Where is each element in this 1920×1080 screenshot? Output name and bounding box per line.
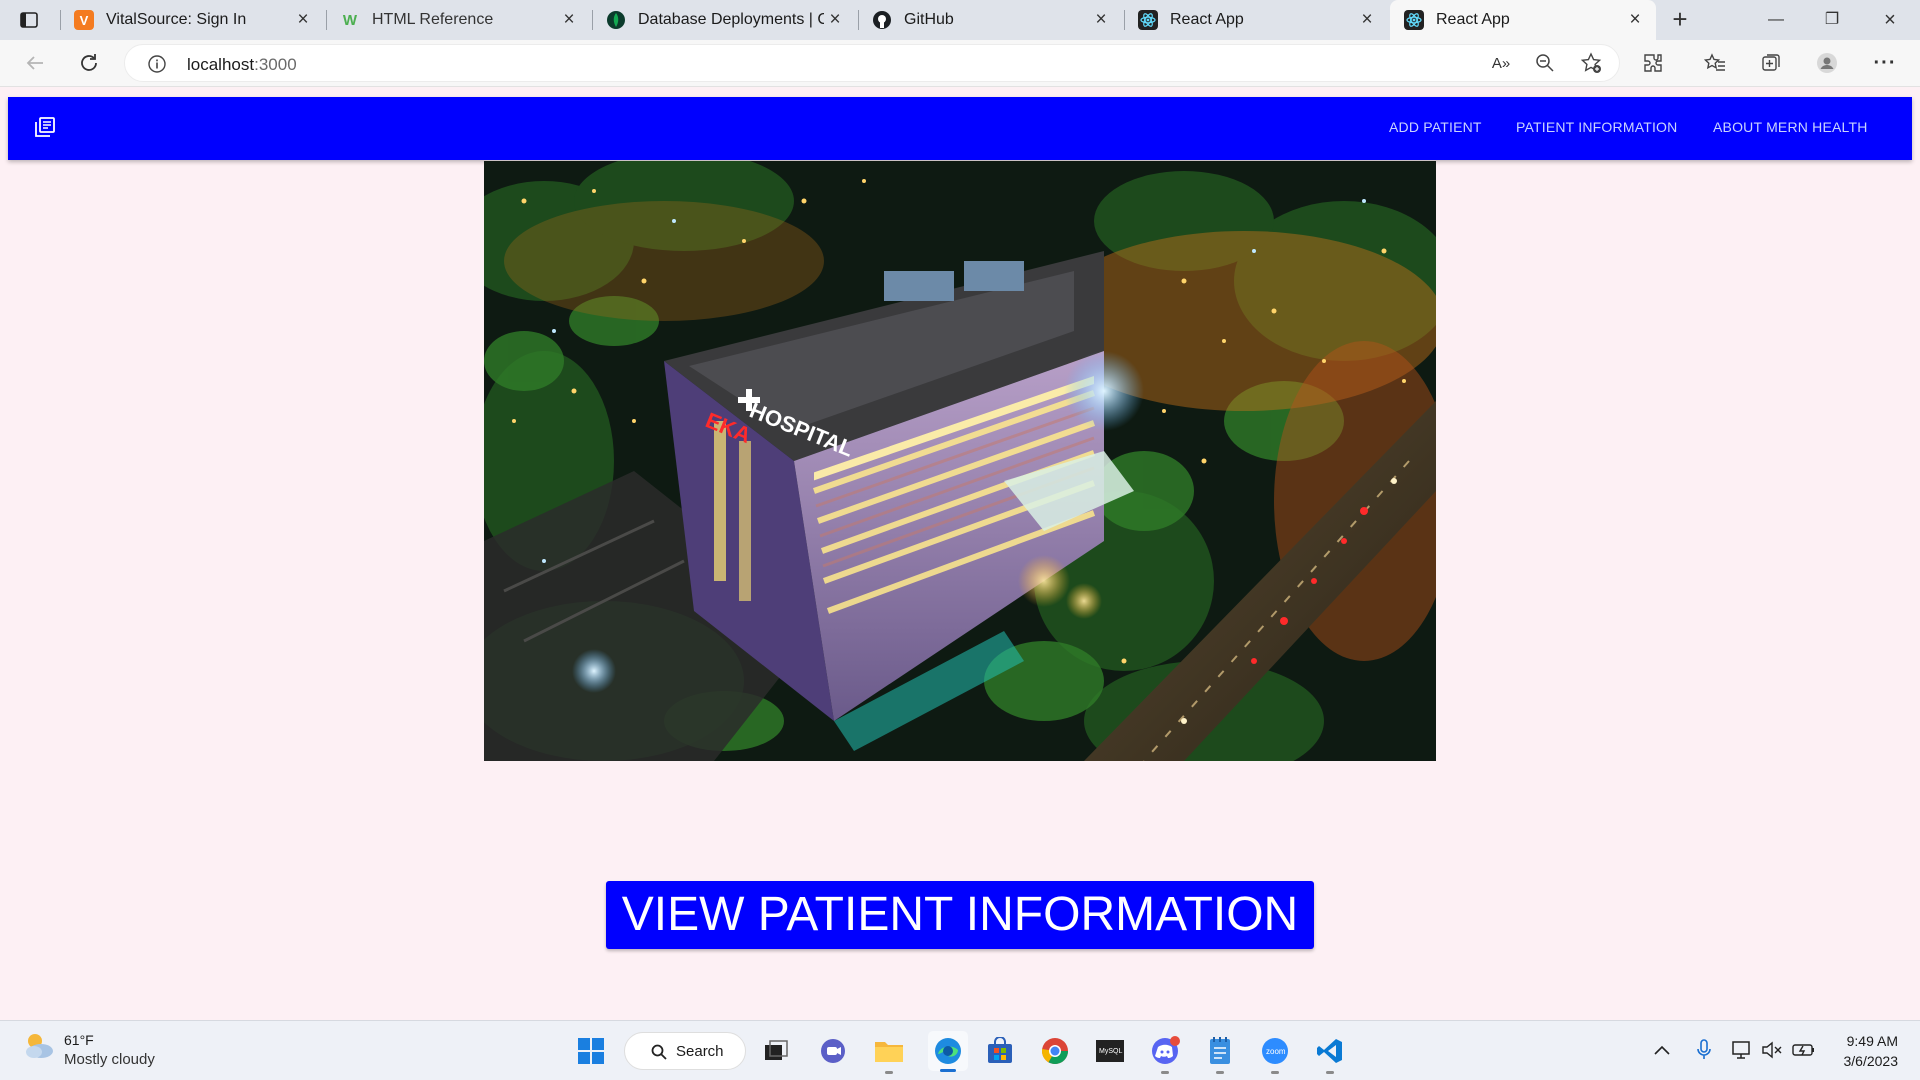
weather-temperature: 61°F — [64, 1032, 94, 1048]
refresh-icon[interactable] — [76, 50, 102, 76]
library-books-icon[interactable] — [34, 116, 56, 138]
nav-about-mern-health[interactable]: ABOUT MERN HEALTH — [1713, 119, 1868, 135]
system-clock[interactable]: 9:49 AM 3/6/2023 — [1844, 1031, 1899, 1071]
hospital-hero-image: EKA HOSPITAL — [484, 161, 1436, 761]
new-tab-button[interactable]: + — [1666, 6, 1694, 34]
volume-muted-icon[interactable] — [1760, 1038, 1784, 1062]
tab-github[interactable]: GitHub × — [858, 0, 1122, 40]
more-options-icon[interactable]: ··· — [1872, 50, 1898, 76]
w3-icon: W — [342, 11, 358, 29]
react-icon — [1138, 10, 1158, 30]
collections-icon[interactable] — [1758, 50, 1784, 76]
search-label: Search — [676, 1043, 724, 1060]
zoom-out-icon[interactable] — [1532, 50, 1558, 76]
tab-title: Database Deployments | Clo — [638, 11, 824, 28]
show-hidden-icons-icon[interactable] — [1650, 1038, 1674, 1062]
tab-html-reference[interactable]: W HTML Reference × — [326, 0, 590, 40]
weather-widget[interactable]: 61°F Mostly cloudy — [22, 1031, 155, 1068]
tab-title: HTML Reference — [372, 11, 494, 28]
clock-date: 3/6/2023 — [1843, 1053, 1899, 1069]
file-explorer-icon[interactable] — [873, 1035, 905, 1074]
minimize-button[interactable]: — — [1756, 6, 1796, 34]
close-tab-icon[interactable]: × — [826, 10, 844, 29]
start-button[interactable] — [575, 1035, 607, 1067]
close-window-button[interactable]: × — [1870, 6, 1910, 34]
tab-title: GitHub — [904, 11, 954, 28]
tab-react-app-active[interactable]: React App × — [1390, 0, 1656, 40]
windows-taskbar: 61°F Mostly cloudy Search MySQL zoom 9:4… — [0, 1020, 1920, 1080]
read-aloud-icon[interactable]: A» — [1488, 50, 1514, 76]
network-icon[interactable] — [1730, 1038, 1754, 1062]
mysql-workbench-icon[interactable]: MySQL — [1094, 1035, 1126, 1067]
tab-database-deployments[interactable]: Database Deployments | Clo × — [592, 0, 856, 40]
github-icon — [872, 10, 892, 30]
discord-icon[interactable] — [1149, 1035, 1181, 1074]
taskbar-search[interactable]: Search — [624, 1032, 746, 1070]
vscode-icon[interactable] — [1314, 1035, 1346, 1074]
teams-chat-icon[interactable] — [817, 1035, 849, 1067]
tab-actions-icon[interactable] — [18, 10, 40, 30]
react-icon — [1404, 10, 1424, 30]
cloudy-weather-icon — [26, 1034, 53, 1058]
extensions-icon[interactable] — [1640, 50, 1666, 76]
microphone-icon[interactable] — [1692, 1038, 1716, 1062]
task-view-icon[interactable] — [760, 1035, 792, 1067]
address-bar[interactable]: localhost:3000 — [124, 44, 1620, 82]
close-tab-icon[interactable]: × — [294, 10, 312, 29]
tab-react-app[interactable]: React App × — [1124, 0, 1388, 40]
edge-browser-icon[interactable] — [928, 1031, 968, 1072]
restore-button[interactable]: ❐ — [1812, 6, 1852, 34]
app-navbar: ADD PATIENT PATIENT INFORMATION ABOUT ME… — [8, 97, 1912, 160]
nav-patient-information[interactable]: PATIENT INFORMATION — [1516, 119, 1677, 135]
zoom-icon[interactable]: zoom — [1259, 1035, 1291, 1074]
clock-time: 9:49 AM — [1846, 1033, 1898, 1049]
nav-add-patient[interactable]: ADD PATIENT — [1389, 119, 1482, 135]
tab-title: React App — [1436, 11, 1510, 28]
close-tab-icon[interactable]: × — [1092, 10, 1110, 29]
back-icon[interactable] — [22, 50, 48, 76]
notepad-icon[interactable] — [1204, 1035, 1236, 1074]
vitalsource-icon: V — [74, 10, 94, 30]
tab-title: React App — [1170, 11, 1244, 28]
weather-condition: Mostly cloudy — [64, 1051, 155, 1068]
view-patient-information-button[interactable]: VIEW PATIENT INFORMATION — [606, 881, 1314, 949]
chrome-icon[interactable] — [1039, 1035, 1071, 1067]
battery-charging-icon[interactable] — [1792, 1038, 1816, 1062]
browser-tab-strip: V VitalSource: Sign In × W HTML Referenc… — [0, 0, 1920, 40]
tab-title: VitalSource: Sign In — [106, 11, 247, 28]
microsoft-store-icon[interactable] — [984, 1035, 1016, 1067]
svg-text:zoom: zoom — [1266, 1047, 1286, 1056]
tab-vitalsource[interactable]: V VitalSource: Sign In × — [60, 0, 324, 40]
close-tab-icon[interactable]: × — [560, 10, 578, 29]
close-tab-icon[interactable]: × — [1626, 10, 1644, 29]
close-tab-icon[interactable]: × — [1358, 10, 1376, 29]
url-text: localhost:3000 — [187, 55, 297, 74]
browser-toolbar: localhost:3000 A» ··· — [0, 40, 1920, 87]
add-favorite-icon[interactable] — [1578, 50, 1604, 76]
favorites-icon[interactable] — [1702, 50, 1728, 76]
windows-logo-icon — [578, 1038, 604, 1064]
site-info-icon[interactable] — [147, 54, 167, 74]
profile-icon[interactable] — [1814, 50, 1840, 76]
mongodb-icon — [606, 10, 626, 30]
search-icon — [651, 1044, 667, 1060]
svg-text:MySQL: MySQL — [1099, 1048, 1122, 1055]
